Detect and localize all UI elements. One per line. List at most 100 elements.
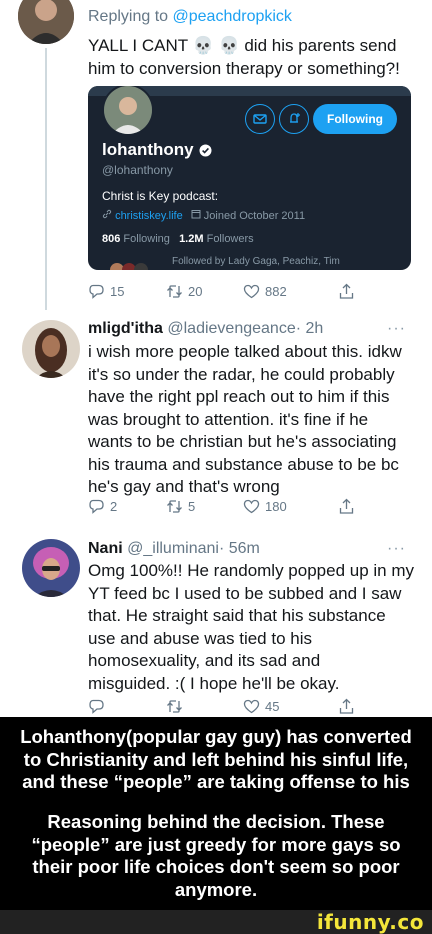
watermark-bar: ifunny.co (0, 910, 432, 934)
followed-by[interactable]: Followed by Lady Gaga, Peachiz, Tim (172, 256, 340, 267)
profile-counts: 806 Following 1.2M Followers (102, 233, 254, 245)
reply-button[interactable]: 2 (88, 498, 117, 515)
mutual-followers-avatars (110, 256, 160, 270)
tweet-text-line: misguided. :( I hope he'll be okay. (88, 673, 340, 693)
retweet-button[interactable]: 20 (166, 283, 202, 300)
reply-icon (89, 284, 104, 299)
ifunny-watermark: ifunny.co (316, 910, 424, 934)
tweet-actions: 2 5 180 (88, 498, 388, 520)
avatar[interactable] (22, 539, 80, 597)
tweet-text-line: i wish more people talked about this. id… (88, 342, 402, 361)
tweet-text-line: wants to be christian but he's associati… (88, 432, 397, 451)
like-button[interactable]: 180 (243, 498, 287, 515)
profile-card-embed[interactable]: Following lohanthony @lohanthony Christ … (88, 86, 411, 270)
tweet-text-line: he's gay and that's wrong (88, 477, 280, 496)
share-icon (339, 498, 354, 514)
share-icon (339, 698, 354, 714)
caption-line: “people” are just greedy for more gays s… (31, 833, 401, 855)
caption-line: their poor life choices don't seem so po… (32, 856, 400, 877)
tweet-text-line: have the right ppl reach out to him if t… (88, 387, 390, 406)
share-icon (339, 283, 354, 299)
retweet-button[interactable]: 5 (166, 498, 195, 515)
like-count: 180 (265, 499, 287, 514)
thread-line (45, 48, 47, 310)
calendar-icon (191, 210, 201, 219)
reply-prefix: Replying to (88, 8, 169, 25)
link-icon (102, 209, 112, 219)
profile-name-text: lohanthony (102, 140, 194, 159)
profile-link[interactable]: christiskey.life (102, 209, 183, 222)
tweet-3[interactable]: Nani @_illuminani· 56m ··· Omg 100%!! He… (0, 530, 432, 717)
bell-plus-icon (290, 113, 300, 123)
followers-label[interactable]: Followers (207, 233, 254, 245)
tweet-text-line: him to conversion therapy or something?! (88, 58, 400, 78)
notify-button[interactable] (279, 104, 309, 134)
share-button[interactable] (338, 283, 355, 300)
tweet-text-line: that. He straight said that his substanc… (88, 606, 386, 625)
following-button[interactable]: Following (313, 104, 397, 134)
heart-icon (243, 284, 260, 299)
tweet-text: i wish more people talked about this. id… (88, 341, 402, 499)
more-options-button[interactable]: ··· (387, 540, 406, 558)
retweet-count: 20 (188, 284, 203, 299)
tweet-text-line: YT feed bc I used to be subbed and I saw (88, 583, 402, 603)
retweet-icon (167, 285, 182, 298)
profile-joined-text: Joined October 2011 (203, 210, 306, 222)
profile-meta: christiskey.life Joined October 2011 (102, 209, 305, 222)
replying-to: Replying to @peachdropkick (88, 8, 292, 26)
tweet-text: Omg 100%!! He randomly popped up in my Y… (88, 560, 414, 695)
following-label[interactable]: Following (123, 233, 169, 245)
caption-line: anymore. (174, 878, 258, 900)
reply-handle-link[interactable]: @peachdropkick (173, 8, 292, 25)
reply-button[interactable] (88, 698, 110, 715)
tweet-header: mligd'itha @ladievengeance· 2h (88, 319, 323, 339)
caption-block-2: Reasoning behind the decision. These “pe… (6, 811, 426, 901)
tweet-actions: 15 20 882 (88, 283, 388, 305)
timestamp: · 56m (218, 540, 260, 557)
heart-icon (243, 699, 260, 714)
retweet-count: 5 (188, 499, 196, 514)
display-name[interactable]: mligd'itha (88, 320, 163, 337)
display-name[interactable]: Nani (88, 540, 123, 557)
profile-name: lohanthony (102, 140, 212, 160)
avatar[interactable] (22, 320, 80, 378)
heart-icon (243, 499, 260, 514)
more-options-button[interactable]: ··· (387, 320, 406, 338)
meme-caption: Lohanthony(popular gay guy) has converte… (0, 717, 432, 910)
like-button[interactable]: 882 (243, 283, 287, 300)
tweet-text-line: Omg 100%!! He randomly popped up in my (88, 561, 415, 580)
message-button[interactable] (245, 104, 275, 134)
user-handle[interactable]: @_illuminani (127, 540, 219, 557)
share-button[interactable] (338, 698, 355, 715)
like-count: 45 (265, 699, 280, 714)
timestamp: · 2h (295, 320, 324, 337)
verified-badge-icon (199, 144, 212, 156)
avatar[interactable] (18, 0, 74, 44)
retweet-icon (167, 700, 182, 713)
following-count: 806 (102, 233, 121, 245)
tweet-text-line: use and abuse was tied to his (88, 628, 312, 648)
retweet-icon (167, 500, 182, 513)
profile-handle: @lohanthony (102, 163, 173, 177)
caption-line: Reasoning behind the decision. These (47, 811, 385, 832)
tweet-text-line: his trauma and substance abuse to be bc (88, 454, 399, 474)
reply-count: 15 (110, 284, 125, 299)
profile-bio: Christ is Key podcast: (102, 189, 219, 203)
retweet-button[interactable] (166, 698, 188, 715)
reply-button[interactable]: 15 (88, 283, 124, 300)
user-handle[interactable]: @ladievengeance (167, 320, 295, 337)
envelope-icon (253, 114, 267, 124)
followers-count: 1.2M (179, 233, 204, 245)
like-count: 882 (265, 284, 287, 299)
tweet-1[interactable]: Replying to @peachdropkick YALL I CANT 💀… (0, 0, 432, 310)
profile-link-text[interactable]: christiskey.life (115, 210, 183, 222)
share-button[interactable] (338, 498, 355, 515)
tweet-text: YALL I CANT 💀 💀 did his parents send him… (88, 35, 400, 80)
profile-avatar (102, 86, 154, 136)
tweet-text-line: YALL I CANT 💀 💀 did his parents send (88, 36, 397, 55)
tweet-2[interactable]: mligd'itha @ladievengeance· 2h ··· i wis… (0, 310, 432, 530)
tweet-text-line: it's so under the radar, he could probab… (88, 364, 395, 384)
caption-line: to Christianity and left behind his sinf… (23, 748, 409, 770)
tweet-header: Nani @_illuminani· 56m (88, 539, 260, 559)
like-button[interactable]: 45 (243, 698, 279, 715)
